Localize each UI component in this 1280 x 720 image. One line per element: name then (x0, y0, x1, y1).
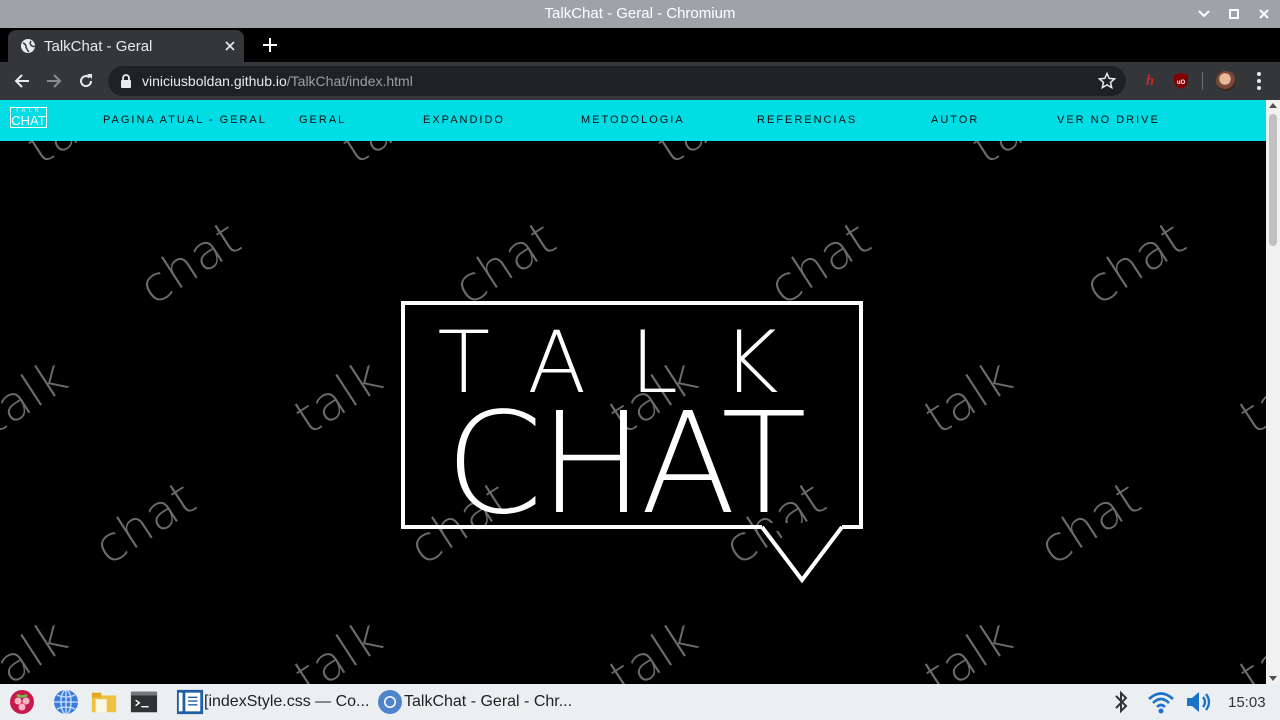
profile-avatar[interactable] (1216, 71, 1236, 91)
new-tab-button[interactable] (258, 34, 282, 58)
terminal-icon (130, 688, 158, 716)
bluetooth-icon[interactable] (1110, 688, 1132, 716)
nav-metodologia[interactable]: METODOLOGIA (581, 114, 685, 126)
site-logo[interactable]: TALK CHAT (10, 107, 47, 128)
back-arrow-icon (14, 74, 29, 88)
chromium-icon (376, 688, 404, 716)
background-word: talk (1229, 608, 1266, 684)
nav-autor[interactable]: AUTOR (931, 114, 979, 126)
raspberry-menu-button[interactable] (8, 688, 36, 716)
tab-title: TalkChat - Geral (44, 37, 153, 55)
browser-tab[interactable]: TalkChat - Geral (8, 30, 244, 62)
lock-icon (120, 74, 134, 88)
web-browser-launcher[interactable] (52, 688, 80, 716)
site-navbar: TALK CHAT PAGINA ATUAL - GERAL GERAL EXP… (0, 100, 1266, 141)
scrollbar-thumb[interactable] (1269, 114, 1277, 246)
background-word: chat (1029, 469, 1152, 576)
nav-geral[interactable]: GERAL (299, 114, 346, 126)
background-word: talk (0, 608, 79, 684)
page-scrollbar[interactable] (1266, 100, 1280, 684)
page-viewport: TALK CHAT PAGINA ATUAL - GERAL GERAL EXP… (0, 100, 1266, 684)
folder-icon (90, 688, 118, 716)
bookmark-star-icon[interactable] (1097, 71, 1117, 90)
window-title: TalkChat - Geral - Chromium (544, 5, 736, 22)
nav-pagina-atual[interactable]: PAGINA ATUAL - GERAL (103, 114, 267, 126)
taskbar-item-chromium-label: TalkChat - Geral - Chr... (404, 693, 573, 710)
globe-launcher-icon (52, 688, 80, 716)
background-word: chat (84, 469, 207, 576)
background-word: talk (914, 608, 1024, 684)
svg-text:uO: uO (1177, 80, 1186, 86)
background-word: chat (1074, 209, 1197, 316)
tab-strip: TalkChat - Geral (0, 28, 1280, 62)
window-title-bar: TalkChat - Geral - Chromium (0, 0, 1280, 28)
back-button[interactable] (10, 69, 34, 93)
nav-ver-no-drive[interactable]: VER NO DRIVE (1057, 114, 1160, 126)
taskbar-item-editor-label: [indexStyle.css — Co... (204, 693, 370, 710)
reload-button[interactable] (74, 69, 98, 93)
background-word: talk (914, 348, 1024, 446)
h-extension-icon[interactable]: h (1140, 71, 1160, 91)
terminal-launcher[interactable] (130, 688, 158, 716)
hero-chat: CHAT (445, 383, 804, 546)
taskbar-item-editor[interactable]: [indexStyle.css — Co... (176, 688, 369, 716)
address-bar[interactable]: viniciusboldan.github.io/TalkChat/index.… (108, 66, 1126, 96)
browser-toolbar: viniciusboldan.github.io/TalkChat/index.… (0, 62, 1280, 100)
reload-icon (80, 74, 93, 88)
site-logo-bottom: CHAT (11, 113, 46, 128)
minimize-icon[interactable] (1196, 6, 1212, 22)
file-manager-launcher[interactable] (90, 688, 118, 716)
text-editor-icon (176, 688, 204, 716)
close-window-icon[interactable] (1256, 6, 1272, 22)
background-word: talk (0, 348, 79, 446)
background-word: talk (1229, 348, 1266, 446)
url-path: /TalkChat/index.html (286, 73, 413, 89)
ublock-icon[interactable]: uO (1171, 71, 1191, 91)
hero-logo: TALK CHAT (401, 301, 863, 584)
wifi-icon[interactable] (1146, 688, 1176, 716)
scroll-up-arrow-icon[interactable] (1269, 103, 1277, 108)
globe-icon (20, 38, 36, 54)
nav-referencias[interactable]: REFERENCIAS (757, 114, 857, 126)
toolbar-separator (1202, 72, 1203, 90)
menu-kebab-icon[interactable] (1250, 70, 1268, 92)
url-host: viniciusboldan.github.io (142, 73, 287, 89)
scroll-down-arrow-icon[interactable] (1269, 676, 1277, 681)
close-tab-icon[interactable] (220, 36, 240, 56)
background-word: chat (129, 209, 252, 316)
taskbar-item-chromium[interactable]: TalkChat - Geral - Chr... (376, 688, 572, 716)
forward-arrow-icon (47, 74, 62, 88)
forward-button[interactable] (42, 69, 66, 93)
background-word: talk (284, 348, 394, 446)
background-word: talk (284, 608, 394, 684)
maximize-icon[interactable] (1226, 6, 1242, 22)
raspberry-icon (8, 688, 36, 716)
clock: 15:03 (1228, 694, 1266, 711)
os-taskbar: [indexStyle.css — Co... TalkChat - Geral… (0, 684, 1280, 720)
nav-expandido[interactable]: EXPANDIDO (423, 114, 505, 126)
volume-icon[interactable] (1184, 688, 1214, 716)
